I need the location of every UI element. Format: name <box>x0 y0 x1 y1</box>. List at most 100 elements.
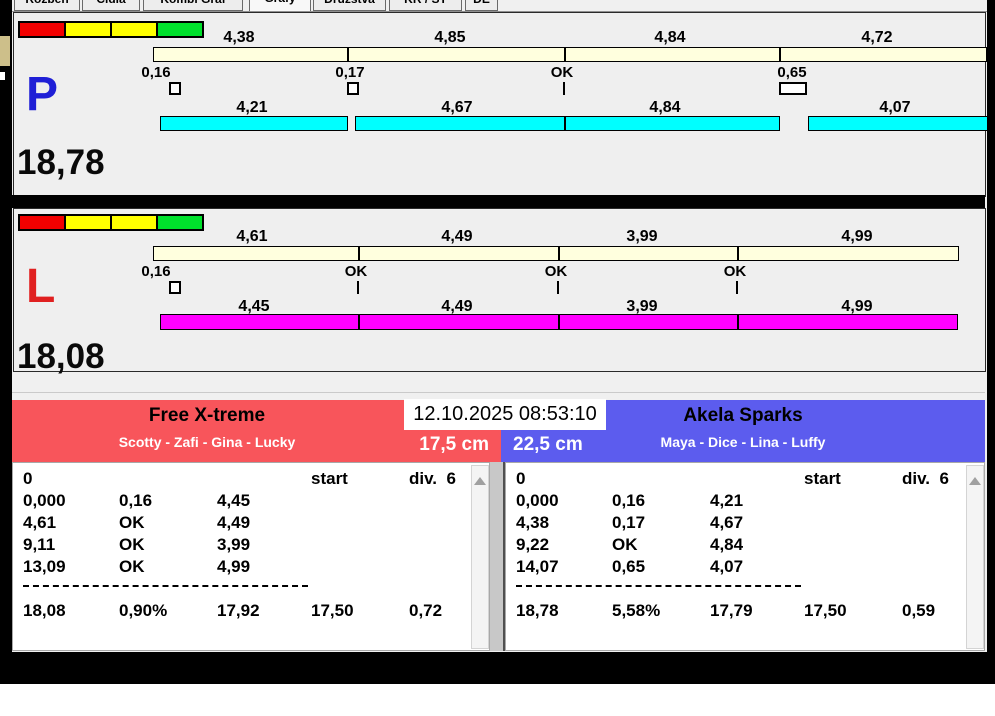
tab-kombi-graf[interactable]: Kombi Graf <box>143 0 243 11</box>
crossover-label: 0,65 <box>777 64 807 81</box>
status-cell <box>156 216 202 229</box>
table-separator <box>516 585 801 587</box>
scoreboard: Free X-treme Scotty - Zafi - Gina - Luck… <box>12 399 985 652</box>
tab-kr-st[interactable]: KR / ST <box>389 0 462 11</box>
total-row-cell: 17,50 <box>311 601 354 620</box>
table-gap <box>490 462 505 651</box>
tab-de[interactable]: DE <box>465 0 498 11</box>
lane-total-time: 18,08 <box>17 337 105 376</box>
bar-divider <box>358 314 360 330</box>
split-row-cell: 0,16 <box>612 491 646 510</box>
screen: RozběhČidlaKombi Graf GrafyDružstvaKR / S… <box>0 0 995 716</box>
crossover-label: 0,16 <box>141 263 171 280</box>
split-row-cell: OK <box>612 535 638 554</box>
split-row-cell: 0,16 <box>119 491 153 510</box>
total-split-label: 4,99 <box>841 228 873 245</box>
status-cell <box>20 216 64 229</box>
split-row-cell: OK <box>119 513 145 532</box>
total-row-cell: 0,59 <box>902 601 936 620</box>
crossover-label: 0,16 <box>141 64 171 81</box>
splits-table-right[interactable]: 0 start div. 6 0,000 0,16 4,21 4,38 0,17 4,67 9,2… <box>505 462 985 651</box>
crossover-tick <box>736 281 738 294</box>
crossover-label: 0,17 <box>335 64 365 81</box>
crossover-tick <box>557 281 559 294</box>
total-row-cell: 18,08 <box>23 601 66 620</box>
total-split-label: 4,72 <box>861 29 893 46</box>
crossover-tick <box>563 82 565 95</box>
bar-divider <box>779 48 781 61</box>
desktop-edge-bottom <box>0 652 995 684</box>
bar-divider <box>737 247 739 260</box>
split-row-cell: 4,49 <box>217 513 251 532</box>
total-row-cell: 0,72 <box>409 601 443 620</box>
dog-split-label: 4,84 <box>649 99 681 116</box>
bar-divider <box>737 314 739 330</box>
table-scrollbar[interactable] <box>966 465 984 649</box>
status-cell <box>110 23 156 36</box>
split-row-cell: 4,84 <box>710 535 744 554</box>
lane-total-time: 18,78 <box>17 143 105 182</box>
split-row-cell: 14,07 <box>516 557 559 576</box>
split-row-cell: OK <box>119 535 145 554</box>
dog-split-label: 4,21 <box>236 99 268 116</box>
total-split-label: 4,61 <box>236 228 268 245</box>
crossover-label: OK <box>723 263 747 280</box>
tab-bar: RozběhČidlaKombi Graf GrafyDružstvaKR / S… <box>12 0 987 12</box>
background-window-fragment <box>0 36 10 66</box>
total-row-cell: 0,90% <box>119 601 168 620</box>
dog-split-bar <box>565 116 780 131</box>
team-members: Scotty - Zafi - Gina - Lucky <box>118 434 296 450</box>
scroll-up-arrow[interactable] <box>969 471 981 485</box>
total-row-cell: 5,58% <box>612 601 661 620</box>
crossover-label: OK <box>544 263 568 280</box>
crossover-tick <box>357 281 359 294</box>
table-scrollbar[interactable] <box>471 465 489 649</box>
status-cell <box>64 216 110 229</box>
total-split-label: 4,38 <box>223 29 255 46</box>
split-row-cell: 0,65 <box>612 557 646 576</box>
bar-divider <box>558 247 560 260</box>
flyball-graph-window: RozběhČidlaKombi Graf GrafyDružstvaKR / S… <box>12 0 988 652</box>
bar-divider <box>558 314 560 330</box>
panel-divider <box>12 195 985 208</box>
bar-divider <box>347 48 349 61</box>
lane-panel-left: 4,61 4,49 3,99 4,99 0,16 OK OK OK 4,45 4,49 3,99 4,… <box>13 208 986 376</box>
tab-rozb-h[interactable]: Rozběh <box>14 0 80 11</box>
status-cell <box>110 216 156 229</box>
dog-split-bar <box>160 116 348 131</box>
desktop-edge-right <box>987 0 995 652</box>
table-header-cell: start <box>804 469 841 488</box>
dog-split-label: 4,67 <box>441 99 473 116</box>
split-row-cell: 0,17 <box>612 513 646 532</box>
split-row-cell: 4,38 <box>516 513 550 532</box>
tab-dru-stva[interactable]: Družstva <box>313 0 386 11</box>
split-row-cell: 9,22 <box>516 535 550 554</box>
bar-divider <box>564 48 566 61</box>
total-row-cell: 17,79 <box>710 601 753 620</box>
table-separator <box>23 585 308 587</box>
dog-split-bar <box>355 116 565 131</box>
split-row-cell: OK <box>119 557 145 576</box>
table-header-cell: 0 <box>23 469 33 488</box>
splits-table-left[interactable]: 0 start div. 6 0,000 0,16 4,45 4,61 OK 4,49 9,11 O… <box>12 462 490 651</box>
crossover-label: OK <box>550 64 574 81</box>
total-row-cell: 17,92 <box>217 601 260 620</box>
bar-divider <box>564 116 566 131</box>
split-row-cell: 4,67 <box>710 513 744 532</box>
total-split-label: 4,49 <box>441 228 473 245</box>
crossover-label: OK <box>344 263 368 280</box>
total-split-bar <box>153 246 959 261</box>
split-row-cell: 9,11 <box>23 535 56 554</box>
split-row-cell: 3,99 <box>217 535 251 554</box>
scroll-up-arrow[interactable] <box>474 471 486 485</box>
crossover-box <box>347 82 359 95</box>
lane-letter: P <box>26 68 59 121</box>
status-cell <box>64 23 110 36</box>
tab--idla[interactable]: Čidla <box>82 0 140 11</box>
section-divider <box>12 392 985 393</box>
status-cell <box>156 23 202 36</box>
total-row-cell: 17,50 <box>804 601 847 620</box>
tab-grafy[interactable]: Grafy <box>249 0 311 11</box>
total-row-cell: 18,78 <box>516 601 559 620</box>
split-row-cell: 4,61 <box>23 513 57 532</box>
